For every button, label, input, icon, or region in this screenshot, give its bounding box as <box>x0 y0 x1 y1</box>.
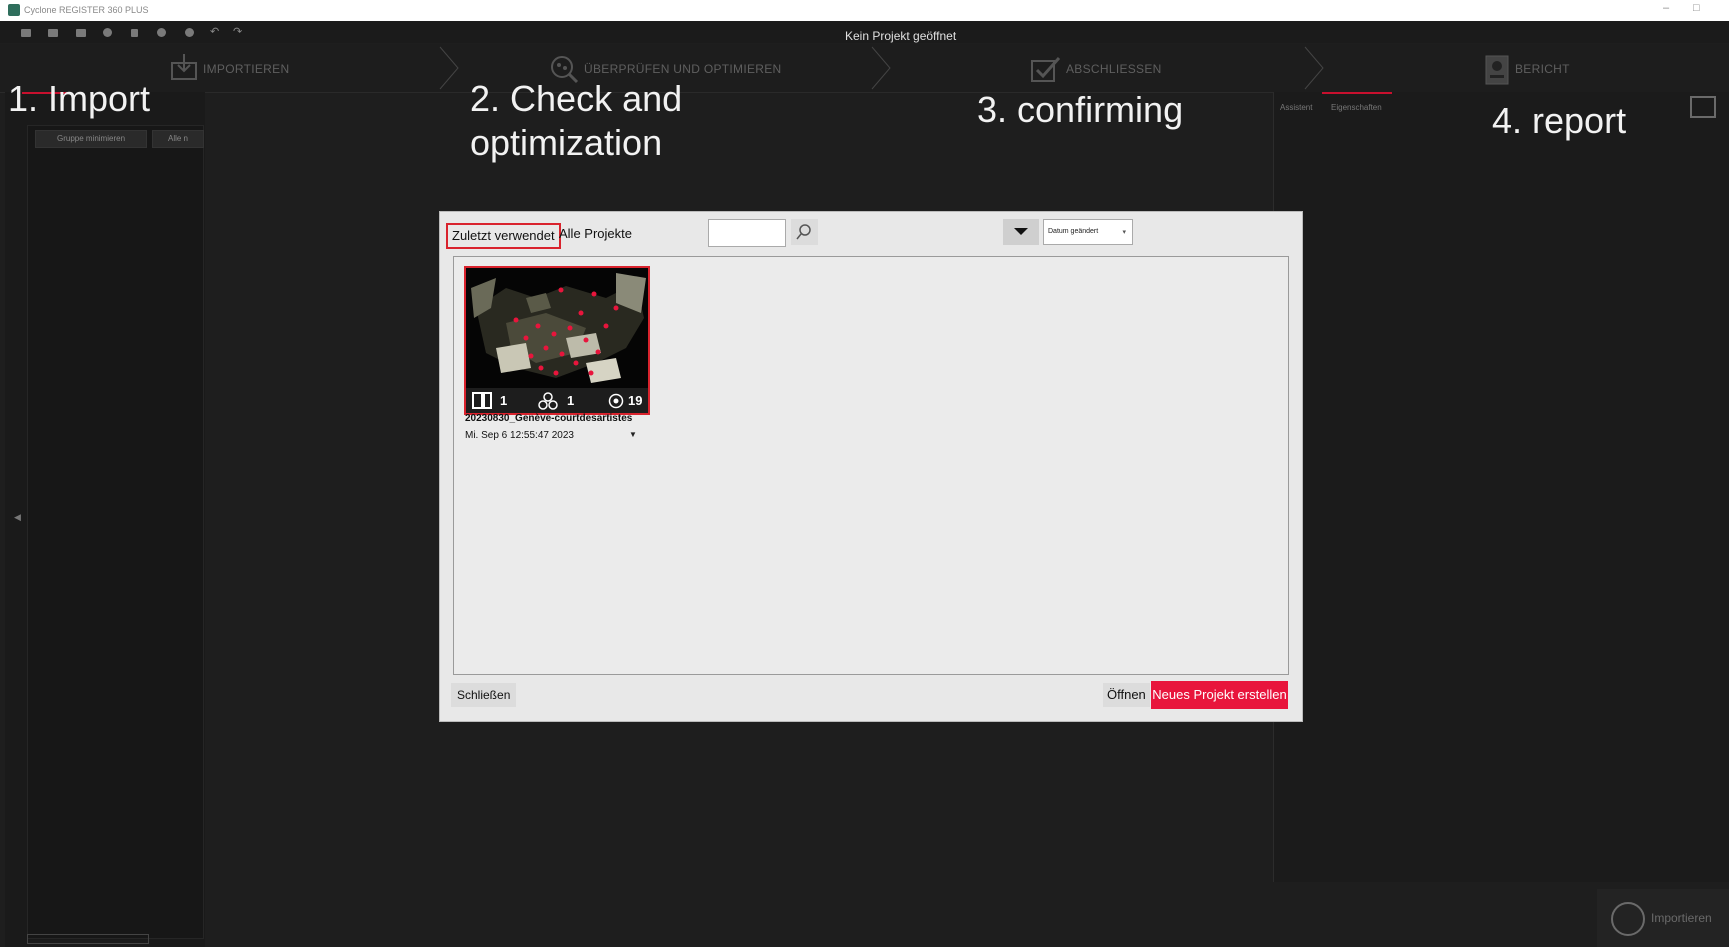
project-name[interactable]: 20230830_Genève-courtdesartistes <box>465 413 632 424</box>
project-menu-icon[interactable]: ▼ <box>629 430 637 439</box>
maximize-button[interactable]: □ <box>1693 2 1700 14</box>
annotation-step2: 2. Check and optimization <box>470 78 683 163</box>
setup-icon <box>472 392 492 409</box>
links-count: 1 <box>567 393 575 408</box>
search-input[interactable] <box>708 219 786 247</box>
search-icon <box>796 224 811 240</box>
links-icon <box>538 392 558 410</box>
setups-count: 1 <box>500 393 508 408</box>
info-icon[interactable] <box>185 28 194 37</box>
folder-open-icon[interactable] <box>21 29 31 37</box>
window-titlebar: Cyclone REGISTER 360 PLUS – □ <box>0 0 1729 22</box>
tab-recent[interactable]: Zuletzt verwendet <box>446 223 561 249</box>
chevron-down-icon: ▾ <box>1122 229 1126 236</box>
project-status: Kein Projekt geöffnet <box>845 29 957 43</box>
close-button[interactable]: Schließen <box>451 683 517 707</box>
tab-properties[interactable]: Eigenschaften <box>1331 103 1382 112</box>
sort-select[interactable]: Datum geändert ▾ <box>1043 219 1133 245</box>
layers-icon[interactable] <box>76 29 86 37</box>
undo-icon[interactable]: ↶ <box>210 25 219 38</box>
panel-toggle-icon[interactable] <box>1690 96 1716 118</box>
app-logo-icon <box>8 4 20 16</box>
project-date: Mi. Sep 6 12:55:47 2023 <box>465 430 574 441</box>
step-import[interactable]: IMPORTIEREN <box>203 62 289 76</box>
target-icon <box>608 393 624 409</box>
open-button[interactable]: Öffnen <box>1103 683 1150 707</box>
tab-all-projects[interactable]: Alle Projekte <box>555 223 636 245</box>
step-finalize[interactable]: ABSCHLIESSEN <box>1066 62 1162 76</box>
download-icon <box>1611 902 1645 936</box>
right-panel <box>1273 92 1729 882</box>
check-icon[interactable] <box>1031 56 1061 82</box>
collapse-group-button[interactable]: Gruppe minimieren <box>35 130 147 148</box>
database-icon[interactable] <box>131 29 138 37</box>
gear-icon[interactable] <box>103 28 112 37</box>
import-button[interactable]: Importieren <box>1597 889 1729 947</box>
tab-assistant[interactable]: Assistent <box>1280 103 1312 112</box>
annotation-step4: 4. report <box>1492 100 1627 141</box>
archive-icon[interactable] <box>48 29 58 37</box>
sort-select-value: Datum geändert <box>1048 228 1099 235</box>
targets-count: 19 <box>628 393 643 408</box>
project-card[interactable]: 1 1 19 <box>464 266 650 415</box>
window-title: Cyclone REGISTER 360 PLUS <box>24 5 149 15</box>
new-project-button[interactable]: Neues Projekt erstellen <box>1151 681 1288 709</box>
open-project-dialog: Zuletzt verwendet Alle Projekte Datum ge… <box>439 211 1303 722</box>
help-icon[interactable] <box>157 28 166 37</box>
horizontal-scrollbar[interactable] <box>27 934 149 944</box>
search-button[interactable] <box>791 219 818 245</box>
step-review-optimize[interactable]: ÜBERPRÜFEN UND OPTIMIEREN <box>584 62 782 76</box>
project-tree[interactable] <box>27 125 204 939</box>
step-report[interactable]: BERICHT <box>1515 62 1570 76</box>
collapse-panel-icon[interactable]: ◀ <box>14 512 21 523</box>
expand-all-button[interactable]: Alle n <box>152 130 204 148</box>
sort-direction-button[interactable] <box>1003 219 1039 245</box>
import-icon[interactable] <box>170 53 198 81</box>
projects-grid: 1 1 19 20230830_Genève-courtdesartistes … <box>453 256 1289 675</box>
import-button-label: Importieren <box>1651 911 1712 925</box>
point-cloud-thumbnail <box>466 268 648 388</box>
report-icon[interactable] <box>1485 55 1509 85</box>
minimize-button[interactable]: – <box>1663 2 1669 14</box>
redo-icon[interactable]: ↷ <box>233 25 242 38</box>
right-tab-indicator <box>1322 92 1392 94</box>
annotation-step1: 1. Import <box>8 78 151 119</box>
project-stats: 1 1 19 <box>466 388 648 413</box>
triangle-down-icon <box>1014 228 1028 235</box>
annotation-step3: 3. confirming <box>977 89 1184 130</box>
